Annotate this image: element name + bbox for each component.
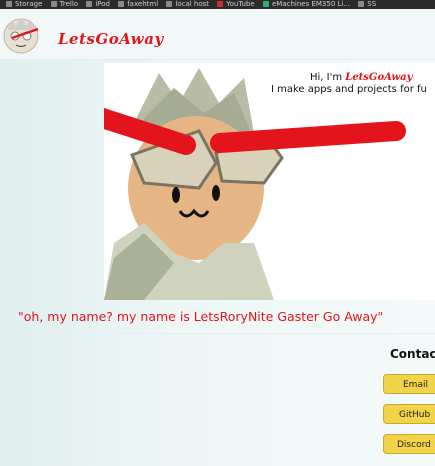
contact-heading: Contac [390, 347, 435, 361]
character-portrait [104, 63, 435, 300]
folder-icon [50, 1, 57, 7]
avatar[interactable] [2, 16, 40, 56]
bookmark-label: eMachines EM350 Li... [271, 0, 351, 8]
quote-text: "oh, my name? my name is LetsRoryNite Ga… [18, 309, 384, 324]
bookmark-label: SS [367, 0, 377, 8]
bookmark-label: Trello [59, 0, 79, 8]
bookmark-faxehtml[interactable]: faxehtml [118, 0, 158, 9]
greeting-name: LetsGoAway [345, 72, 413, 83]
folder-icon [86, 1, 93, 7]
bookmark-localhost[interactable]: local host [166, 0, 209, 9]
folder-icon [166, 1, 173, 7]
bookmark-label: local host [175, 0, 210, 8]
site-logo-text[interactable]: LetsGoAway [58, 30, 164, 48]
folder-icon [118, 1, 125, 7]
github-button[interactable]: GitHub [383, 404, 435, 424]
bookmark-youtube[interactable]: YouTube [217, 0, 255, 9]
discord-button[interactable]: Discord [383, 434, 435, 454]
folder-icon [6, 1, 12, 7]
bookmark-label: faxehtml [127, 0, 159, 8]
page-icon [262, 1, 269, 7]
site-header: LetsGoAway [0, 9, 435, 60]
bookmark-storage[interactable]: Storage [6, 0, 42, 9]
greeting-prefix: Hi, I'm [310, 72, 346, 83]
page-icon [358, 1, 365, 7]
bookmark-label: Storage [15, 0, 43, 8]
bookmark-ss[interactable]: SS [358, 0, 376, 9]
bookmark-label: YouTube [226, 0, 255, 8]
bookmark-ipod[interactable]: iPod [86, 0, 110, 9]
hero-greeting: Hi, I'm LetsGoAway [310, 72, 412, 83]
youtube-icon [217, 1, 224, 7]
bookmark-label: iPod [95, 0, 110, 8]
bookmark-emachines[interactable]: eMachines EM350 Li... [262, 0, 351, 9]
section-divider [0, 333, 435, 334]
email-button[interactable]: Email [383, 374, 435, 394]
hero-card: Hi, I'm LetsGoAway I make apps and proje… [104, 63, 435, 300]
hero-tagline: I make apps and projects for fu [271, 84, 427, 95]
bookmark-trello[interactable]: Trello [50, 0, 79, 9]
bookmarks-bar: Storage Trello iPod faxehtml local host … [0, 0, 435, 9]
